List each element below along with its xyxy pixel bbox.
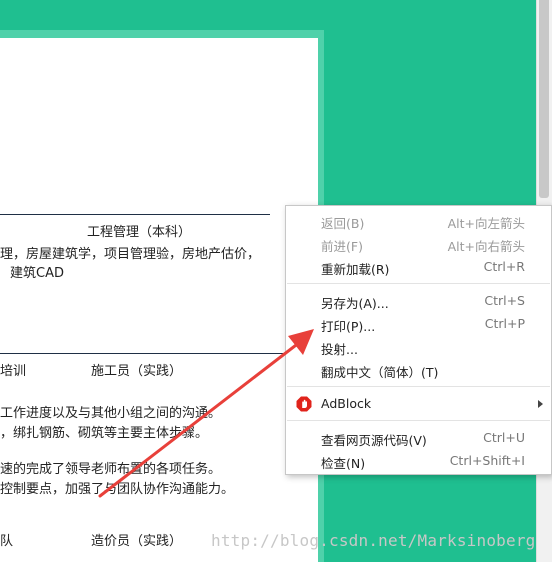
menu-item-shortcut: Ctrl+Shift+I bbox=[449, 453, 525, 468]
context-menu: 返回(B) Alt+向左箭头 前进(F) Alt+向右箭头 重新加载(R) Ct… bbox=[285, 205, 552, 475]
menu-item-adblock[interactable]: AdBlock bbox=[286, 393, 551, 415]
menu-item-shortcut: Ctrl+R bbox=[483, 259, 525, 274]
menu-item-label: 查看网页源代码(V) bbox=[321, 433, 427, 448]
menu-item-cast[interactable]: 投射... bbox=[286, 336, 551, 358]
menu-item-label: AdBlock bbox=[321, 396, 372, 411]
job-title: 造价员（实践） bbox=[91, 534, 183, 549]
menu-item-back[interactable]: 返回(B) Alt+向左箭头 bbox=[286, 210, 551, 232]
experience-line: 工作进度以及与其他小组之间的沟通。 bbox=[0, 406, 222, 421]
menu-separator bbox=[287, 420, 550, 421]
job-title: 施工员（实践） bbox=[91, 364, 183, 379]
menu-item-label: 返回(B) bbox=[321, 216, 365, 231]
adblock-icon bbox=[296, 396, 312, 412]
scrollbar-thumb[interactable] bbox=[539, 0, 549, 198]
menu-item-print[interactable]: 打印(P)... Ctrl+P bbox=[286, 313, 551, 335]
training-label: 培训 bbox=[0, 364, 27, 379]
section-divider bbox=[0, 214, 270, 215]
course-list-2: 建筑CAD bbox=[10, 266, 64, 281]
course-list: 理，房屋建筑学，项目管理验，房地产估价， bbox=[0, 247, 261, 262]
menu-separator bbox=[287, 283, 550, 284]
menu-item-reload[interactable]: 重新加载(R) Ctrl+R bbox=[286, 256, 551, 278]
menu-item-inspect[interactable]: 检查(N) Ctrl+Shift+I bbox=[286, 450, 551, 472]
experience-line: ，绑扎钢筋、砌筑等主要主体步骤。 bbox=[0, 426, 209, 441]
watermark: http://blog.csdn.net/Marksinoberg bbox=[211, 531, 536, 550]
menu-item-label: 检查(N) bbox=[321, 456, 366, 471]
menu-item-save-as[interactable]: 另存为(A)... Ctrl+S bbox=[286, 290, 551, 312]
team-label: 队 bbox=[0, 534, 14, 549]
menu-separator bbox=[287, 386, 550, 387]
menu-item-shortcut: Ctrl+S bbox=[484, 293, 525, 308]
experience-line: 速的完成了领导老师布置的各项任务。 bbox=[0, 462, 222, 477]
menu-item-label: 另存为(A)... bbox=[321, 296, 389, 311]
menu-item-shortcut: Alt+向左箭头 bbox=[447, 216, 525, 231]
menu-item-forward[interactable]: 前进(F) Alt+向右箭头 bbox=[286, 233, 551, 255]
major-title: 工程管理（本科） bbox=[87, 225, 192, 240]
menu-item-label: 翻成中文（简体）(T) bbox=[321, 365, 439, 380]
menu-item-label: 前进(F) bbox=[321, 239, 363, 254]
menu-item-view-source[interactable]: 查看网页源代码(V) Ctrl+U bbox=[286, 427, 551, 449]
menu-item-shortcut: Ctrl+U bbox=[483, 430, 525, 445]
section-divider bbox=[0, 353, 285, 354]
experience-line: 控制要点，加强了与团队协作沟通能力。 bbox=[0, 482, 235, 497]
menu-item-label: 重新加载(R) bbox=[321, 262, 390, 277]
menu-item-label: 投射... bbox=[321, 342, 358, 357]
menu-item-shortcut: Ctrl+P bbox=[484, 316, 525, 331]
menu-item-translate[interactable]: 翻成中文（简体）(T) bbox=[286, 359, 551, 381]
menu-item-shortcut: Alt+向右箭头 bbox=[447, 239, 525, 254]
submenu-arrow-icon bbox=[538, 400, 543, 408]
menu-item-label: 打印(P)... bbox=[321, 319, 376, 334]
